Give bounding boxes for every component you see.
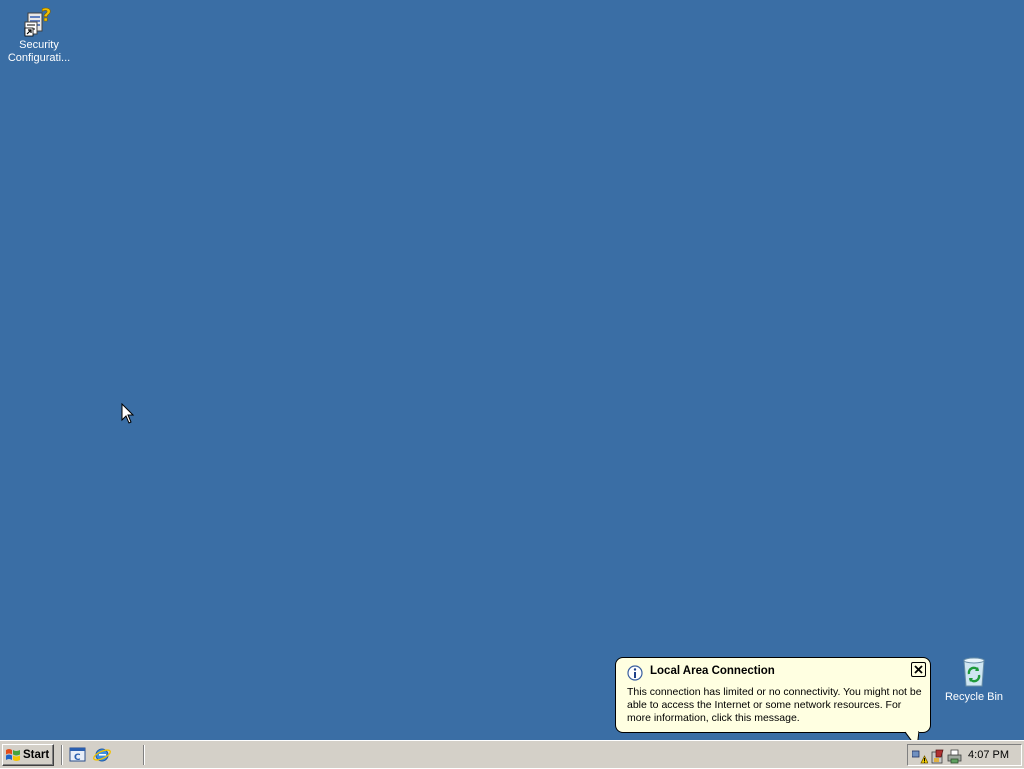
balloon-message[interactable]: This connection has limited or no connec…	[627, 686, 923, 725]
network-warning-icon	[911, 750, 929, 764]
taskbar: Start C 4:07 PM	[0, 740, 1024, 768]
taskbar-separator	[143, 745, 145, 765]
system-tray: 4:07 PM	[907, 744, 1022, 766]
tray-security-shield[interactable]	[930, 748, 946, 764]
windows-logo-icon	[6, 749, 20, 761]
desktop-icon-recycle-bin[interactable]: Recycle Bin	[936, 655, 1012, 704]
balloon-title: Local Area Connection	[650, 665, 775, 677]
quick-launch-show-desktop[interactable]: C	[69, 746, 87, 764]
balloon-close-button[interactable]	[911, 662, 926, 677]
taskbar-separator	[61, 745, 63, 765]
internet-explorer-icon	[93, 748, 111, 762]
tray-printer[interactable]	[947, 748, 963, 764]
printer-icon	[947, 749, 962, 764]
desktop-icon-label: Security Configurati...	[7, 39, 71, 64]
clock[interactable]: 4:07 PM	[968, 749, 1009, 761]
show-desktop-icon: C	[69, 747, 86, 763]
start-button[interactable]: Start	[2, 744, 54, 766]
security-shield-icon	[931, 749, 944, 764]
tray-network-warning[interactable]	[911, 748, 929, 764]
mouse-pointer-icon	[121, 403, 135, 424]
security-configuration-wizard-icon: ?	[22, 3, 56, 37]
desktop-icon-security-configuration[interactable]: ? Security Configurati...	[1, 3, 77, 65]
svg-text:C: C	[74, 753, 81, 763]
quick-launch-internet-explorer[interactable]	[93, 746, 111, 764]
notification-balloon[interactable]: Local Area Connection This connection ha…	[615, 657, 931, 733]
info-icon	[627, 665, 643, 681]
desktop-icon-label: Recycle Bin	[944, 691, 1004, 703]
recycle-bin-icon	[957, 655, 991, 689]
start-button-label: Start	[23, 749, 50, 761]
close-icon	[914, 665, 923, 674]
svg-text:?: ?	[41, 5, 51, 26]
desktop[interactable]: ? Security Configurati... Recycle Bin	[0, 0, 1024, 740]
